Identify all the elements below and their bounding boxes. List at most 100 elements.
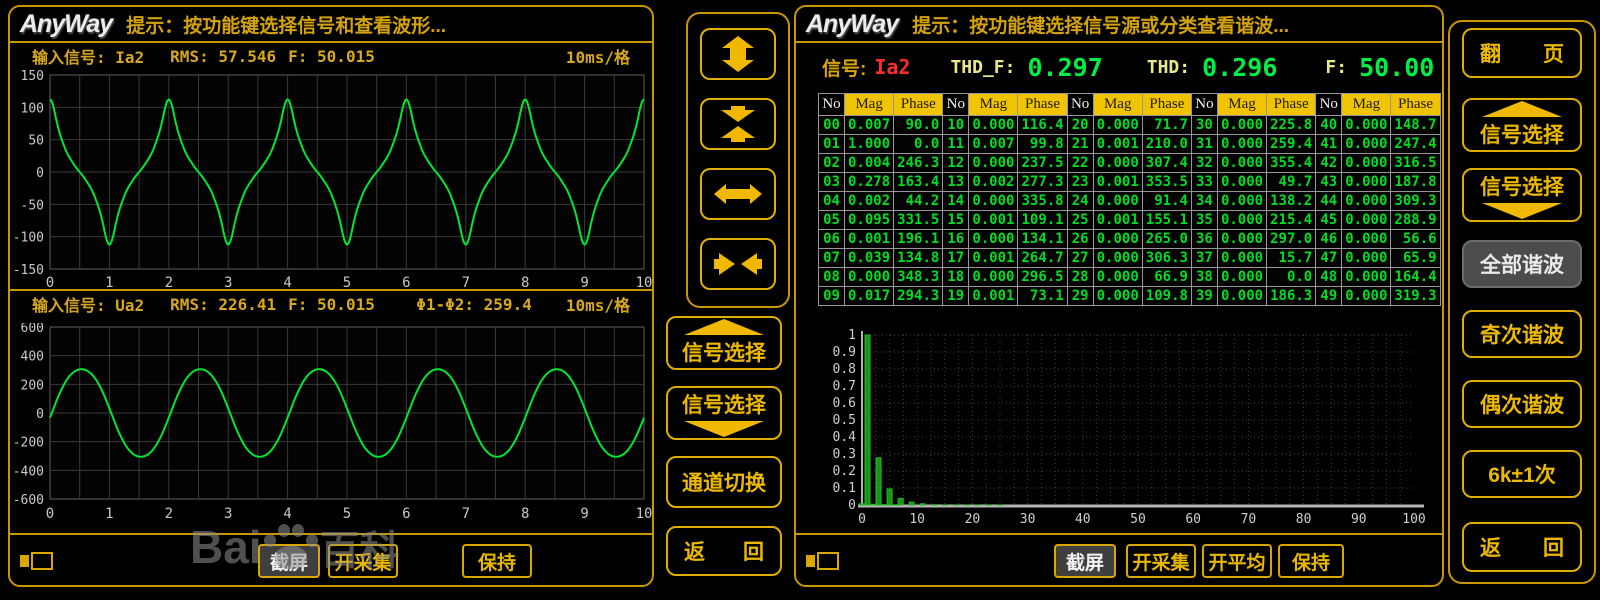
up-triangle-icon [1482, 101, 1562, 117]
table-cell: 26 [1067, 230, 1093, 249]
table-cell: 109.1 [1018, 211, 1067, 230]
table-cell: 49.7 [1267, 173, 1316, 192]
waveform-panel: AnyWay 提示：按功能键选择信号和查看波形... 输入信号: Ia2 RMS… [8, 5, 654, 587]
freq-value: 50.00 [1359, 53, 1434, 82]
table-row: 060.001196.1160.000134.1260.000265.0360.… [819, 230, 1441, 249]
signal-select-down-button[interactable]: 信号选择 [1462, 168, 1582, 222]
odd-harmonics-button[interactable]: 奇次谐波 [1462, 310, 1582, 358]
screenshot-button[interactable]: 截屏 [1054, 544, 1116, 578]
table-cell: 109.8 [1142, 287, 1191, 306]
page-flip-button[interactable]: 翻 页 [1462, 28, 1582, 78]
table-header-cell: Mag [1093, 94, 1142, 116]
table-cell: 31 [1191, 135, 1217, 154]
svg-text:-150: -150 [13, 263, 44, 278]
table-cell: 0.001 [1093, 135, 1142, 154]
thdf-value: 0.297 [1027, 53, 1102, 82]
expand-vertical-button[interactable] [700, 28, 776, 80]
left-hint-text: 提示：按功能键选择信号和查看波形... [126, 11, 446, 38]
table-cell: 0.000 [1217, 116, 1266, 135]
svg-text:0.9: 0.9 [833, 345, 856, 360]
svg-text:100: 100 [21, 101, 44, 116]
harmonics-panel: AnyWay 提示：按功能键选择信号源或分类查看谐波... 信号: Ia2 TH… [794, 5, 1444, 587]
table-cell: 134.8 [894, 249, 943, 268]
svg-text:9: 9 [580, 275, 588, 291]
signal-select-down-button[interactable]: 信号选择 [666, 386, 782, 440]
signal-select-up-button[interactable]: 信号选择 [666, 316, 782, 370]
all-harmonics-button[interactable]: 全部谐波 [1462, 240, 1582, 288]
hold-button[interactable]: 保持 [1278, 544, 1344, 578]
hold-button[interactable]: 保持 [462, 544, 532, 578]
table-cell: 37 [1191, 249, 1217, 268]
table-header-cell: No [1067, 94, 1093, 116]
signal-select-up-button[interactable]: 信号选择 [1462, 98, 1582, 152]
wave1-info: 输入信号: Ia2 RMS: 57.546 F: 50.015 10ms/格 [10, 43, 652, 69]
6k-plus-minus-1-button[interactable]: 6k±1次 [1462, 450, 1582, 498]
table-cell: 36 [1191, 230, 1217, 249]
table-cell: 155.1 [1142, 211, 1191, 230]
compress-horizontal-button[interactable] [700, 238, 776, 290]
table-cell: 296.5 [1018, 268, 1067, 287]
svg-text:4: 4 [283, 275, 291, 291]
svg-text:-400: -400 [13, 464, 44, 479]
back-char-2: 回 [743, 536, 764, 566]
svg-text:0: 0 [858, 512, 866, 527]
table-cell: 237.5 [1018, 154, 1067, 173]
svg-text:200: 200 [21, 378, 44, 393]
table-cell: 48 [1316, 268, 1342, 287]
table-cell: 0.000 [1342, 249, 1391, 268]
even-harmonics-button[interactable]: 偶次谐波 [1462, 380, 1582, 428]
table-cell: 0.007 [969, 135, 1018, 154]
start-acquire-button[interactable]: 开采集 [328, 544, 398, 578]
thd-value: 0.296 [1202, 53, 1277, 82]
table-cell: 0.002 [969, 173, 1018, 192]
table-cell: 65.9 [1391, 249, 1440, 268]
expand-horizontal-button[interactable] [700, 168, 776, 220]
screenshot-button[interactable]: 截屏 [258, 544, 320, 578]
table-cell: 0.000 [1342, 211, 1391, 230]
table-cell: 0.007 [845, 116, 894, 135]
right-key-column: 翻 页 信号选择 信号选择 全部谐波 奇次谐波 偶次谐波 6k±1次 返 回 [1446, 0, 1600, 600]
table-cell: 35 [1191, 211, 1217, 230]
svg-text:5: 5 [343, 506, 351, 522]
channel-switch-button[interactable]: 通道切换 [666, 456, 782, 508]
wave2-timebase: 10ms/格 [566, 292, 630, 316]
start-acquire-button[interactable]: 开采集 [1126, 544, 1196, 578]
table-cell: 44 [1316, 192, 1342, 211]
table-header-cell: No [1316, 94, 1342, 116]
table-cell: 21 [1067, 135, 1093, 154]
table-cell: 90.0 [894, 116, 943, 135]
back-button-right[interactable]: 返 回 [1462, 522, 1582, 572]
svg-text:6: 6 [402, 506, 410, 522]
table-cell: 40 [1316, 116, 1342, 135]
signal-value: Ia2 [874, 55, 910, 79]
back-button-left[interactable]: 返 回 [666, 526, 782, 576]
table-cell: 309.3 [1391, 192, 1440, 211]
svg-text:-200: -200 [13, 436, 44, 451]
table-cell: 0.000 [1217, 154, 1266, 173]
table-cell: 0.000 [1093, 230, 1142, 249]
odd-harmonics-label: 奇次谐波 [1480, 319, 1564, 349]
table-cell: 134.1 [1018, 230, 1067, 249]
left-footerbar: 截屏 开采集 保持 [10, 533, 652, 585]
start-average-button[interactable]: 开平均 [1202, 544, 1272, 578]
compress-vertical-button[interactable] [700, 98, 776, 150]
table-cell: 210.0 [1142, 135, 1191, 154]
table-cell: 0.000 [1217, 211, 1266, 230]
svg-text:3: 3 [224, 275, 232, 291]
wave1-chart: 012345678910-150-100-50050100150 [10, 69, 652, 291]
svg-text:0: 0 [848, 498, 856, 513]
table-cell: 0.002 [845, 192, 894, 211]
compress-vertical-icon [714, 106, 762, 142]
table-cell: 71.7 [1142, 116, 1191, 135]
table-cell: 05 [819, 211, 845, 230]
table-cell: 348.3 [894, 268, 943, 287]
table-cell: 225.8 [1267, 116, 1316, 135]
analyzer-screen: AnyWay 提示：按功能键选择信号和查看波形... 输入信号: Ia2 RMS… [0, 0, 1600, 600]
svg-text:7: 7 [462, 275, 470, 291]
svg-text:20: 20 [965, 512, 981, 527]
table-cell: 23 [1067, 173, 1093, 192]
svg-text:10: 10 [636, 275, 652, 291]
svg-text:0.3: 0.3 [833, 447, 856, 462]
right-footerbar: 截屏 开采集 开平均 保持 [796, 533, 1442, 585]
svg-text:10: 10 [909, 512, 925, 527]
